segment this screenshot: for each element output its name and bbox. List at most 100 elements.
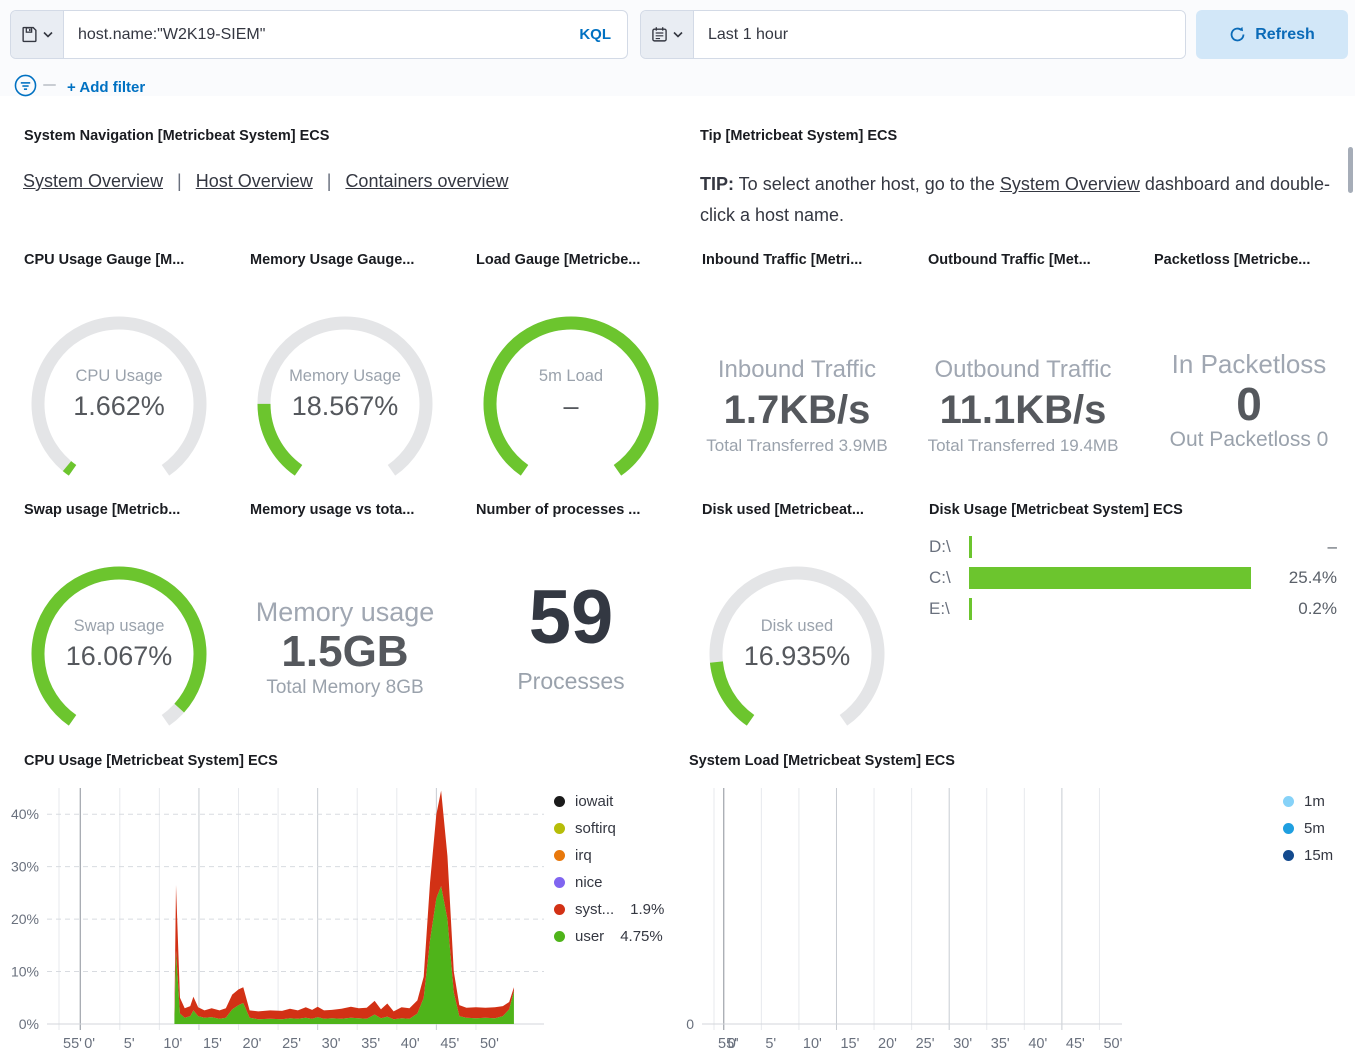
legend-dot: [554, 931, 565, 942]
search-bar-group: host.name:"W2K19-SIEM" KQL: [10, 10, 628, 59]
time-range-input[interactable]: Last 1 hour: [694, 11, 1185, 58]
chevron-down-icon: [43, 31, 53, 38]
svg-text:50': 50': [480, 1036, 499, 1052]
legend-dot: [554, 796, 565, 807]
svg-text:55': 55': [63, 1036, 82, 1052]
refresh-icon: [1229, 26, 1246, 43]
legend-label: 15m: [1304, 847, 1333, 864]
panel-title-tip: Tip [Metricbeat System] ECS: [700, 128, 897, 144]
legend-item-1m[interactable]: 1m: [1283, 793, 1333, 810]
metric-value: 1.7KB/s: [724, 386, 871, 434]
svg-text:40': 40': [401, 1036, 420, 1052]
link-system-overview[interactable]: System Overview: [23, 171, 163, 192]
query-input[interactable]: host.name:"W2K19-SIEM": [64, 11, 563, 58]
panel-title: Memory usage vs tota...: [238, 495, 452, 518]
query-text: host.name:"W2K19-SIEM": [78, 26, 265, 44]
filter-options-icon[interactable]: [14, 74, 37, 97]
saved-query-menu-button[interactable]: [11, 11, 64, 58]
panel-title-system-load-chart: System Load [Metricbeat System] ECS: [689, 753, 955, 769]
svg-text:20': 20': [878, 1036, 897, 1052]
legend-dot: [1283, 823, 1294, 834]
panel-title: Outbound Traffic [Met...: [916, 245, 1130, 268]
disk-usage-value: –: [1275, 537, 1337, 557]
date-quick-select-button[interactable]: [641, 11, 694, 58]
legend-item-5m[interactable]: 5m: [1283, 820, 1333, 837]
legend-item-nice[interactable]: nice: [554, 874, 664, 891]
swap-usage-gauge: Swap usage16.067%: [19, 558, 219, 728]
legend-item-system[interactable]: syst... 1.9%: [554, 901, 664, 918]
panel-title-system-navigation: System Navigation [Metricbeat System] EC…: [24, 128, 329, 144]
cpu-chart-legend: iowait softirq irq nice syst... 1.9% user…: [554, 793, 664, 945]
kql-language-button[interactable]: KQL: [563, 11, 627, 58]
panel-swap-usage-gauge: Swap usage [Metricb... Swap usage16.067%: [12, 495, 226, 733]
page-scrollbar-thumb[interactable]: [1348, 147, 1353, 193]
metric-label: In Packetloss: [1172, 348, 1327, 380]
metric-subtitle: Out Packetloss 0: [1170, 428, 1329, 452]
legend-item-softirq[interactable]: softirq: [554, 820, 664, 837]
panel-title-cpu-usage-chart: CPU Usage [Metricbeat System] ECS: [24, 753, 278, 769]
disk-usage-bar: [969, 536, 972, 558]
legend-label: syst...: [575, 901, 614, 918]
legend-dot: [554, 850, 565, 861]
disk-drive-label: D:\: [929, 537, 957, 557]
tip-text-before: To select another host, go to the: [734, 174, 1000, 194]
svg-text:40': 40': [1028, 1036, 1047, 1052]
link-containers-overview[interactable]: Containers overview: [345, 171, 508, 192]
svg-text:15': 15': [203, 1036, 222, 1052]
disk-drive-label: E:\: [929, 599, 957, 619]
metric-label: Outbound Traffic: [935, 354, 1112, 386]
panel-memory-usage-vs-total: Memory usage vs tota... Memory usage 1.5…: [238, 495, 452, 733]
processes-label: Processes: [517, 668, 624, 695]
system-load-legend: 1m 5m 15m: [1283, 793, 1333, 864]
svg-text:10': 10': [803, 1036, 822, 1052]
query-toolbar: host.name:"W2K19-SIEM" KQL Last 1 hour: [0, 0, 1355, 96]
refresh-button[interactable]: Refresh: [1196, 10, 1348, 59]
refresh-label: Refresh: [1255, 26, 1315, 44]
panel-outbound-traffic: Outbound Traffic [Met... Outbound Traffi…: [916, 245, 1130, 483]
disk-drive-label: C:\: [929, 568, 957, 588]
svg-text:45': 45': [440, 1036, 459, 1052]
legend-label: softirq: [575, 820, 616, 837]
tip-system-overview-link[interactable]: System Overview: [1000, 174, 1140, 194]
panel-title: Swap usage [Metricb...: [12, 495, 226, 518]
add-filter-button[interactable]: + Add filter: [67, 79, 145, 96]
legend-item-irq[interactable]: irq: [554, 847, 664, 864]
legend-dot: [554, 823, 565, 834]
system-load-area-chart: 55'0'5'10'15'20'25'30'35'40'45'50'0: [680, 782, 1340, 1056]
metric-label: Inbound Traffic: [718, 354, 876, 386]
legend-item-user[interactable]: user4.75%: [554, 928, 664, 945]
panel-title: Packetloss [Metricbe...: [1142, 245, 1355, 268]
legend-item-15m[interactable]: 15m: [1283, 847, 1333, 864]
svg-text:30%: 30%: [11, 859, 39, 875]
legend-value: 1.9%: [630, 901, 664, 918]
panel-number-of-processes: Number of processes ... 59 Processes: [464, 495, 678, 733]
legend-item-iowait[interactable]: iowait: [554, 793, 664, 810]
svg-text:15': 15': [840, 1036, 859, 1052]
metric-label: Memory usage: [256, 596, 435, 628]
legend-dot: [554, 877, 565, 888]
svg-text:0%: 0%: [19, 1016, 39, 1032]
filter-divider-dash: [43, 84, 56, 86]
panel-disk-usage: Disk Usage [Metricbeat System] ECS D:\ –…: [916, 495, 1355, 733]
svg-text:10': 10': [163, 1036, 182, 1052]
svg-text:5': 5': [124, 1036, 135, 1052]
legend-dot: [554, 904, 565, 915]
svg-text:35': 35': [361, 1036, 380, 1052]
panel-title: Load Gauge [Metricbe...: [464, 245, 678, 268]
disk-usage-value: 25.4%: [1275, 568, 1337, 588]
metric-subtitle: Total Memory 8GB: [266, 676, 423, 700]
svg-text:0': 0': [84, 1036, 95, 1052]
metric-subtitle: Total Transferred 3.9MB: [706, 434, 887, 458]
panel-title: Inbound Traffic [Metri...: [690, 245, 904, 268]
metric-value: 0: [1236, 380, 1262, 428]
link-host-overview[interactable]: Host Overview: [196, 171, 313, 192]
disk-usage-bar: [969, 598, 972, 620]
panel-title: Memory Usage Gauge...: [238, 245, 452, 268]
load-gauge: 5m Load–: [471, 308, 671, 478]
panel-packetloss: Packetloss [Metricbe... In Packetloss 0 …: [1142, 245, 1355, 483]
calendar-icon: [651, 26, 668, 43]
svg-text:30': 30': [322, 1036, 341, 1052]
panel-disk-used-gauge: Disk used [Metricbeat... Disk used16.935…: [690, 495, 904, 733]
disk-usage-row: E:\ 0.2%: [929, 593, 1337, 624]
panel-title: Disk used [Metricbeat...: [690, 495, 904, 518]
